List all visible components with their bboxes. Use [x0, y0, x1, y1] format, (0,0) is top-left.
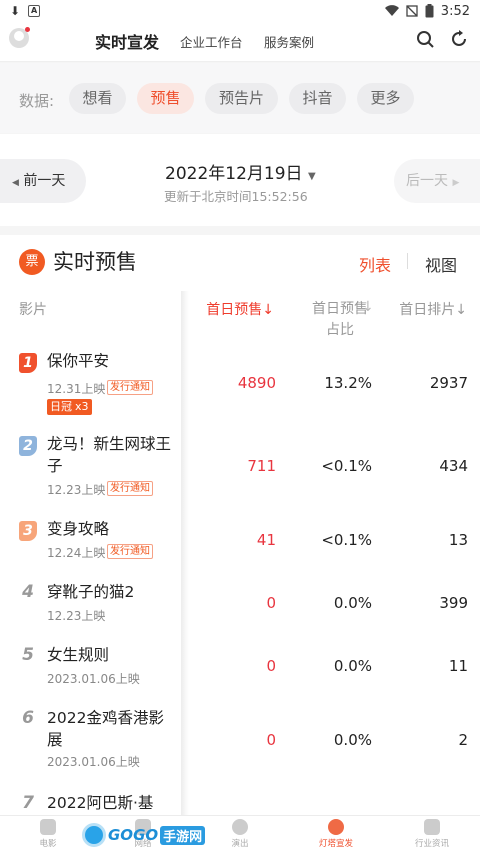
rank-number: 7	[22, 793, 34, 813]
refresh-icon[interactable]	[449, 29, 469, 49]
film-name: 2022金鸡香港影展	[47, 709, 164, 749]
chevron-left-icon: ◀	[12, 178, 19, 188]
rank-number: 4	[22, 582, 34, 602]
schedule-value: 11	[448, 657, 468, 675]
caret-down-icon: ▼	[307, 171, 316, 182]
daily-champion-badge: 日冠 x3	[47, 399, 92, 415]
nav-movie[interactable]: 电影	[8, 819, 88, 849]
status-bar: ⬇ A 3:52	[0, 0, 480, 22]
download-icon: ⬇	[10, 4, 21, 18]
film-name: 穿靴子的猫2	[47, 583, 135, 601]
film-name: 保你平安	[47, 352, 110, 370]
nav-industry-news[interactable]: 行业资讯	[392, 819, 472, 849]
notification-dot	[25, 27, 30, 32]
bottom-nav: 电影 网络 演出 灯塔宣发 行业资讯	[0, 815, 480, 853]
wifi-icon	[384, 5, 399, 17]
release-date: 12.24上映	[47, 546, 106, 560]
release-notice-tag[interactable]: 发行通知	[107, 481, 153, 496]
top-nav: 实时宣发 企业工作台 服务案例	[0, 22, 480, 62]
presale-value: 4890	[237, 374, 276, 392]
presale-value: 0	[266, 594, 276, 612]
show-icon	[232, 819, 248, 835]
app-notification-icon: A	[28, 5, 41, 17]
share-value: <0.1%	[321, 457, 372, 475]
rank-number: 6	[22, 708, 34, 728]
signal-off-icon	[406, 5, 418, 17]
rank-number: 5	[22, 645, 34, 665]
header-film: 影片	[19, 302, 47, 318]
nav-lighthouse-promotion[interactable]: 灯塔宣发	[296, 819, 376, 849]
header-first-day-presale[interactable]: 首日预售↓	[194, 299, 274, 319]
schedule-value: 13	[448, 531, 468, 549]
release-notice-tag[interactable]: 发行通知	[107, 544, 153, 559]
chevron-right-icon: ▶	[452, 178, 460, 188]
status-time: 3:52	[440, 3, 470, 19]
schedule-value: 2	[458, 731, 468, 749]
data-label: 数据:	[19, 92, 55, 110]
tab-service-cases[interactable]: 服务案例	[264, 32, 314, 51]
share-value: 13.2%	[324, 374, 372, 392]
search-icon[interactable]	[415, 29, 435, 49]
tab-realtime-promotion[interactable]: 实时宣发	[95, 29, 159, 53]
rank-badge: 2	[19, 436, 37, 456]
film-name: 女生规则	[47, 646, 110, 664]
chart-view-toggle[interactable]: 视图	[425, 252, 457, 276]
header-presale-share[interactable]: 首日预售占比	[291, 299, 371, 341]
sort-desc-icon: ↓	[262, 302, 274, 318]
data-type-bar: 数据: 想看 预售 预告片 抖音 更多	[0, 63, 480, 133]
watermark: GOGO 手游网	[82, 822, 206, 848]
panel-title: 实时预售	[53, 250, 137, 274]
schedule-value: 434	[439, 457, 468, 475]
chip-more[interactable]: 更多	[357, 83, 414, 114]
battery-icon	[425, 4, 434, 18]
share-value: 0.0%	[333, 594, 372, 612]
schedule-value: 399	[439, 594, 468, 612]
share-value: 0.0%	[333, 731, 372, 749]
chip-trailer[interactable]: 预告片	[205, 83, 278, 114]
presale-value: 711	[247, 457, 276, 475]
chip-presale[interactable]: 预售	[137, 83, 194, 114]
film-name: 变身攻略	[47, 520, 110, 538]
view-divider	[407, 253, 408, 269]
sort-icon: ↓	[362, 299, 374, 315]
column-shadow	[181, 291, 189, 815]
release-date: 2023.01.06上映	[47, 672, 140, 686]
presale-value: 0	[266, 657, 276, 675]
movie-icon	[40, 819, 56, 835]
news-icon	[424, 819, 440, 835]
schedule-value: 2937	[429, 374, 468, 392]
next-day-label: 后一天	[406, 173, 448, 189]
release-date: 2023.01.06上映	[47, 755, 140, 769]
next-day-button[interactable]: 后一天 ▶	[394, 159, 480, 203]
prev-day-button[interactable]: ◀ 前一天	[0, 159, 86, 203]
release-date: 12.23上映	[47, 483, 106, 497]
date-bar: ◀ 前一天 2022年12月19日 ▼ 更新于北京时间15:52:56 后一天 …	[0, 134, 480, 226]
lighthouse-icon	[328, 819, 344, 835]
film-name: 龙马！新生网球王子	[47, 435, 172, 475]
watermark-logo-icon	[82, 823, 106, 847]
prev-day-label: 前一天	[23, 173, 66, 189]
current-date: 2022年12月19日	[165, 164, 303, 184]
update-time: 更新于北京时间15:52:56	[164, 189, 308, 204]
chip-douyin[interactable]: 抖音	[289, 83, 346, 114]
header-first-day-schedule[interactable]: 首日排片↓	[387, 299, 467, 319]
share-value: <0.1%	[321, 531, 372, 549]
release-date: 12.23上映	[47, 609, 106, 623]
presale-panel: 票 实时预售 列表 视图 影片 首日预售↓ 首日预售占比 ↓ 首日排片↓ 1 保…	[0, 235, 480, 815]
tab-enterprise-workbench[interactable]: 企业工作台	[180, 32, 243, 51]
rank-badge: 1	[19, 353, 37, 373]
list-view-toggle[interactable]: 列表	[359, 252, 391, 276]
ticket-icon: 票	[19, 249, 45, 275]
date-picker[interactable]: 2022年12月19日 ▼	[165, 159, 316, 184]
presale-value: 0	[266, 731, 276, 749]
chip-want-to-see[interactable]: 想看	[69, 83, 126, 114]
rank-badge: 3	[19, 521, 37, 541]
release-date: 12.31上映	[47, 382, 106, 396]
release-notice-tag[interactable]: 发行通知	[107, 380, 153, 395]
presale-value: 41	[256, 531, 276, 549]
film-name: 2022阿巴斯·基	[47, 794, 154, 812]
share-value: 0.0%	[333, 657, 372, 675]
sort-icon: ↓	[455, 302, 467, 318]
nav-shows[interactable]: 演出	[200, 819, 280, 849]
